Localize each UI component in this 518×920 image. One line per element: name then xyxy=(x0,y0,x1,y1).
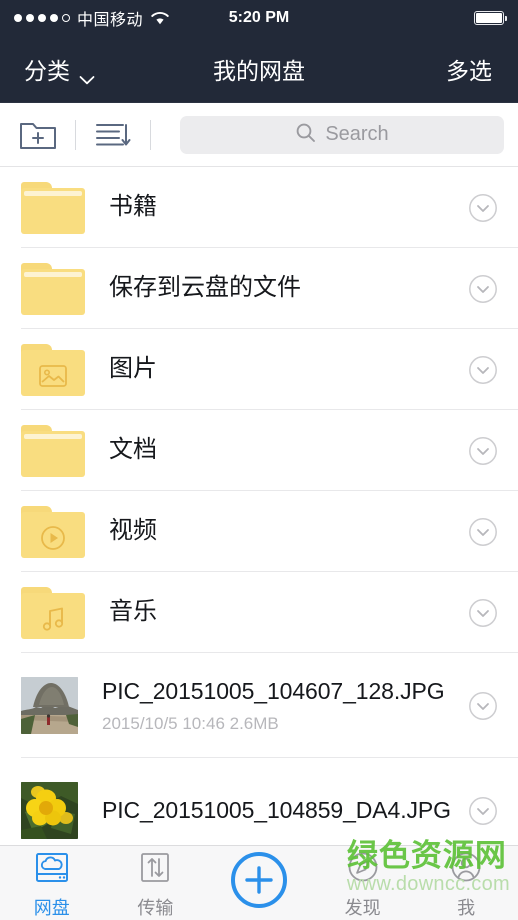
list-item-title: 图片 xyxy=(109,355,157,383)
list-item-text: 视频 xyxy=(85,516,466,547)
chevron-down-circle-icon[interactable] xyxy=(466,274,500,304)
chevron-down-icon xyxy=(79,64,95,85)
new-folder-icon[interactable] xyxy=(16,118,60,152)
chevron-down-circle-icon[interactable] xyxy=(466,355,500,385)
battery-full-icon xyxy=(474,11,507,25)
list-item-title: 视频 xyxy=(109,517,157,545)
search-icon xyxy=(295,122,316,148)
list-item[interactable]: 音乐 xyxy=(0,572,518,653)
list-item-title: PIC_20151005_104607_128.JPG xyxy=(102,678,445,705)
list-item[interactable]: PIC_20151005_104607_128.JPG 2015/10/5 10… xyxy=(0,653,518,758)
nav-bar: 分类 我的网盘 多选 xyxy=(0,36,518,103)
carrier-label: 中国移动 xyxy=(77,12,144,29)
folder-icon xyxy=(21,424,85,477)
chevron-down-circle-icon[interactable] xyxy=(466,691,500,721)
folder-icon xyxy=(21,262,85,315)
tab-label: 传输 xyxy=(137,897,174,918)
signal-strength-dots xyxy=(14,14,70,22)
folder-video-icon xyxy=(21,505,85,558)
chevron-down-circle-icon[interactable] xyxy=(466,517,500,547)
list-item-title: PIC_20151005_104859_DA4.JPG xyxy=(102,796,451,823)
chevron-down-circle-icon[interactable] xyxy=(466,598,500,628)
multi-select-button[interactable]: 多选 xyxy=(446,52,518,86)
folder-icon xyxy=(21,181,85,234)
tab-label: 网盘 xyxy=(33,897,70,918)
status-left-group: 中国移动 xyxy=(14,6,170,30)
list-item-text: 保存到云盘的文件 xyxy=(85,273,466,304)
list-item-text: 图片 xyxy=(85,354,466,385)
cloud-drive-icon xyxy=(35,851,69,890)
list-item[interactable]: 视频 xyxy=(0,491,518,572)
folder-music-icon xyxy=(21,586,85,639)
add-circle-icon[interactable] xyxy=(229,850,289,910)
photo-mountain-thumbnail xyxy=(21,677,78,734)
list-item-text: PIC_20151005_104859_DA4.JPG xyxy=(78,796,466,825)
tab-cloud-drive[interactable]: 网盘 xyxy=(0,846,104,920)
chevron-down-circle-icon[interactable] xyxy=(466,436,500,466)
chevron-down-circle-icon[interactable] xyxy=(466,796,500,826)
list-item[interactable]: 书籍 xyxy=(0,167,518,248)
list-item[interactable]: 文档 xyxy=(0,410,518,491)
list-item-title: 音乐 xyxy=(109,598,157,626)
wifi-icon xyxy=(150,11,170,26)
search-placeholder: Search xyxy=(325,123,389,145)
file-list[interactable]: 书籍 保存到云盘的文件 图片 文档 视频 音乐 PIC_20151005_104… xyxy=(0,167,518,845)
tab-label: 我 xyxy=(457,897,476,918)
app-screen: 中国移动 5:20 PM 分类 我的网盘 多选 Search 书籍 保存到云盘的… xyxy=(0,0,518,920)
category-filter-button[interactable]: 分类 xyxy=(0,52,95,86)
folder-image-icon xyxy=(21,343,85,396)
tab-label: 发现 xyxy=(344,897,381,918)
tab-transfer[interactable]: 传输 xyxy=(104,846,208,920)
status-right-group xyxy=(474,11,507,25)
search-input[interactable]: Search xyxy=(180,115,504,154)
compass-icon xyxy=(346,851,380,890)
tab-bar: 网盘 传输 发现 我 xyxy=(0,845,518,920)
list-item[interactable]: 保存到云盘的文件 xyxy=(0,248,518,329)
list-item[interactable]: 图片 xyxy=(0,329,518,410)
category-filter-label: 分类 xyxy=(24,58,70,84)
toolbar: Search xyxy=(0,103,518,167)
toolbar-divider-2 xyxy=(150,119,151,150)
transfer-icon xyxy=(138,851,172,890)
photo-flower-thumbnail xyxy=(21,782,78,839)
status-bar: 中国移动 5:20 PM xyxy=(0,0,518,36)
list-item-title: 书籍 xyxy=(109,193,157,221)
tab-discover[interactable]: 发现 xyxy=(311,846,415,920)
list-item-title: 文档 xyxy=(109,436,157,464)
list-item-text: 文档 xyxy=(85,435,466,466)
list-item-title: 保存到云盘的文件 xyxy=(109,274,301,302)
toolbar-divider-1 xyxy=(75,119,76,150)
list-item-meta: 2015/10/5 10:46 2.6MB xyxy=(102,713,279,733)
sort-icon[interactable] xyxy=(91,118,135,152)
list-item-text: 书籍 xyxy=(85,192,466,223)
list-item[interactable]: PIC_20151005_104859_DA4.JPG xyxy=(0,758,518,845)
chevron-down-circle-icon[interactable] xyxy=(466,193,500,223)
tab-add[interactable] xyxy=(207,846,311,920)
tab-profile[interactable]: 我 xyxy=(414,846,518,920)
list-item-text: PIC_20151005_104607_128.JPG 2015/10/5 10… xyxy=(78,677,466,733)
profile-icon xyxy=(449,851,483,890)
list-item-text: 音乐 xyxy=(85,597,466,628)
